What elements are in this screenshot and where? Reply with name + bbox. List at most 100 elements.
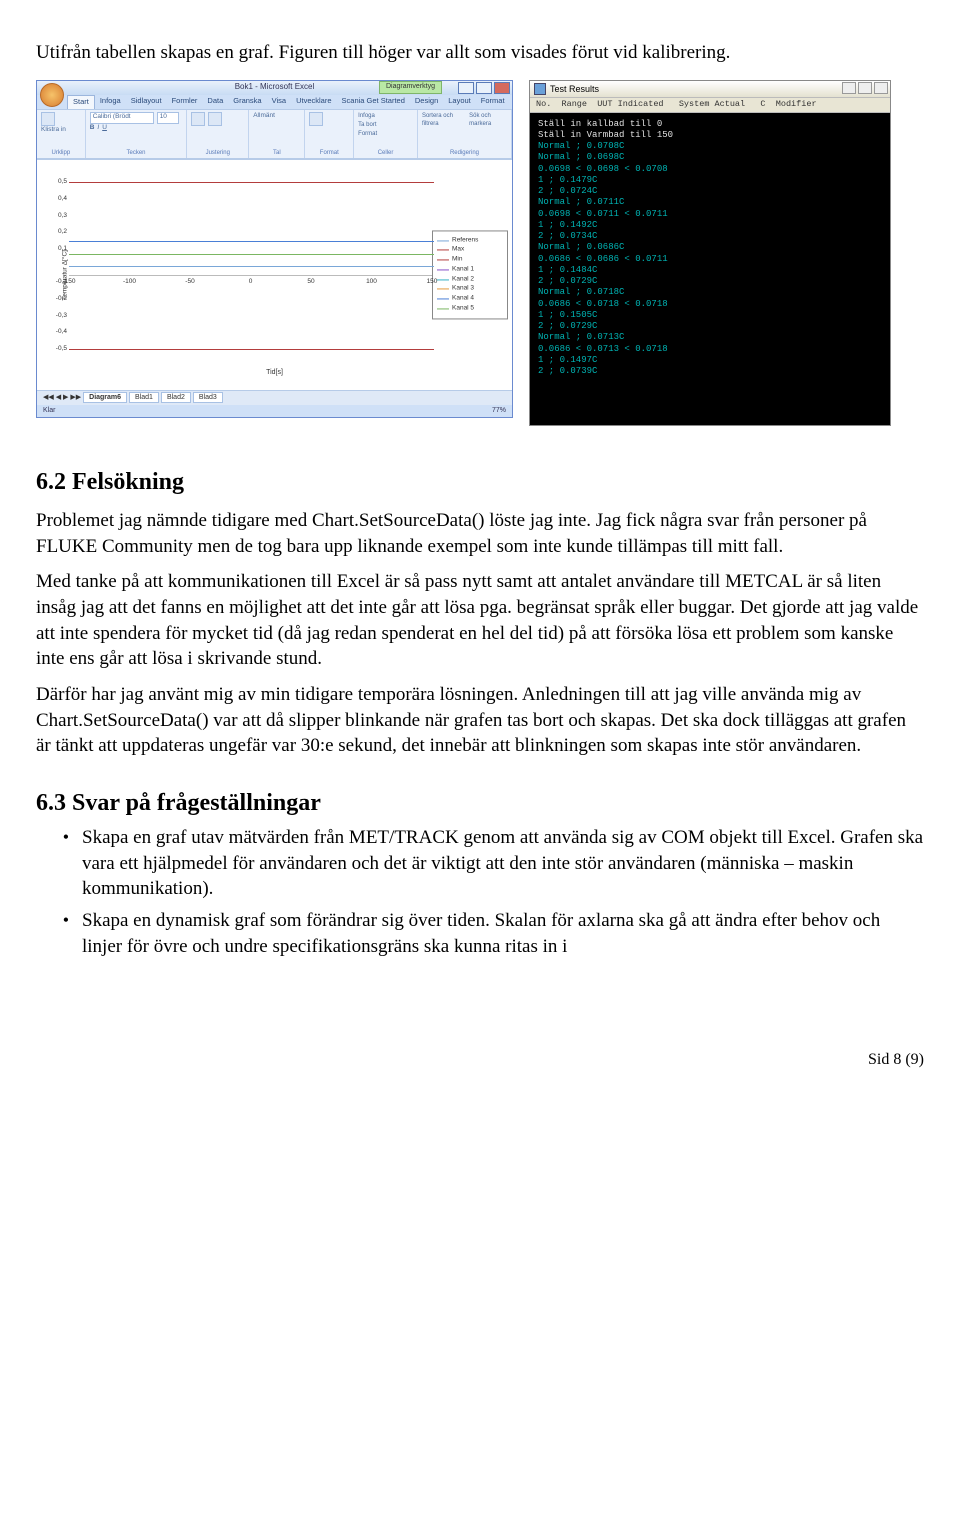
x-tick: 100 <box>366 278 377 287</box>
ribbon-tab[interactable]: Data <box>202 95 228 109</box>
legend-item: Kanal 4 <box>437 295 503 304</box>
legend-item: Kanal 5 <box>437 304 503 313</box>
format-icon[interactable] <box>309 112 323 126</box>
y-tick: -0,4 <box>49 328 67 337</box>
x-tick: -50 <box>185 278 194 287</box>
y-tick: -0,5 <box>49 345 67 354</box>
maximize-icon[interactable] <box>476 82 492 94</box>
context-tab[interactable]: Diagramverktyg <box>379 81 442 94</box>
sheet-tab[interactable]: Blad3 <box>193 392 223 403</box>
group-font: Tecken <box>90 149 183 157</box>
group-cells: Celler <box>358 149 413 157</box>
minimize-icon[interactable] <box>458 82 474 94</box>
list-6-3: Skapa en graf utav mätvärden från MET/TR… <box>78 825 924 959</box>
chart-legend: ReferensMaxMinKanal 1Kanal 2Kanal 3Kanal… <box>432 230 508 319</box>
p-6-2-c: Därför har jag använt mig av min tidigar… <box>36 682 924 759</box>
office-button[interactable] <box>40 83 64 107</box>
list-item: Skapa en dynamisk graf som förändrar sig… <box>78 908 924 959</box>
search-label[interactable]: Sök och markera <box>469 112 507 128</box>
ribbon-tab[interactable]: Start <box>67 95 95 109</box>
ribbon-tab[interactable]: Scania Get Started <box>337 95 410 109</box>
intro-text: Utifrån tabellen skapas en graf. Figuren… <box>36 40 924 66</box>
italic-icon[interactable]: I <box>97 124 99 133</box>
number-label: Allmänt <box>253 112 300 121</box>
y-tick: 0,2 <box>49 228 67 237</box>
console-output: Ställ in kallbad till 0 Ställ in Varmbad… <box>530 113 890 425</box>
font-select[interactable]: Calibri (Brödt <box>90 112 154 124</box>
legend-item: Kanal 1 <box>437 265 503 274</box>
x-tick: 0 <box>249 278 253 287</box>
delete-label[interactable]: Ta bort <box>358 121 376 129</box>
legend-item: Kanal 2 <box>437 275 503 284</box>
group-clipboard: Urklipp <box>41 149 81 157</box>
page-number: Sid 8 (9) <box>36 1049 924 1071</box>
minimize-icon[interactable] <box>842 82 856 94</box>
window-buttons <box>458 82 510 94</box>
ribbon-tab[interactable]: Visa <box>267 95 291 109</box>
console-header: No. Range UUT Indicated System Actual C … <box>530 98 890 113</box>
paste-icon[interactable] <box>41 112 55 126</box>
test-results-window: Test Results No. Range UUT Indicated Sys… <box>529 80 891 426</box>
chart-series <box>69 182 434 183</box>
x-axis <box>69 275 434 276</box>
x-tick: -150 <box>62 278 75 287</box>
ribbon-tab[interactable]: Layout <box>443 95 476 109</box>
nav-icon[interactable]: ◀◀ ◀ ▶ ▶▶ <box>43 393 81 402</box>
heading-6-3: 6.3 Svar på frågeställningar <box>36 787 924 819</box>
console-titlebar: Test Results <box>530 81 890 98</box>
close-icon[interactable] <box>494 82 510 94</box>
sheet-tab[interactable]: Blad2 <box>161 392 191 403</box>
ribbon-tab[interactable]: Sidlayout <box>126 95 167 109</box>
y-tick: -0,3 <box>49 312 67 321</box>
insert-label[interactable]: Infoga <box>358 112 375 120</box>
paste-label: Klistra in <box>41 126 81 135</box>
excel-chart: Temperatur Δ[°C] Tid[s] ReferensMaxMinKa… <box>37 159 512 390</box>
align-icon[interactable] <box>191 112 205 126</box>
status-left: Klar <box>43 406 55 415</box>
ribbon-tab[interactable]: Design <box>410 95 443 109</box>
ribbon-tab[interactable]: Granska <box>228 95 266 109</box>
y-tick: 0,4 <box>49 195 67 204</box>
chart-series <box>69 254 434 255</box>
chart-series <box>69 349 434 350</box>
sheet-tab[interactable]: Diagram6 <box>83 392 127 403</box>
x-tick: -100 <box>123 278 136 287</box>
status-zoom: 77% <box>492 406 506 415</box>
maximize-icon[interactable] <box>858 82 872 94</box>
legend-item: Max <box>437 246 503 255</box>
chart-series <box>69 241 434 242</box>
format-label[interactable]: Format <box>358 130 377 138</box>
legend-item: Min <box>437 256 503 265</box>
sheet-tab[interactable]: Blad1 <box>129 392 159 403</box>
excel-title: Bok1 - Microsoft Excel <box>235 82 315 93</box>
sheet-tabs: ◀◀ ◀ ▶ ▶▶Diagram6Blad1Blad2Blad3 <box>37 390 512 405</box>
size-select[interactable]: 10 <box>157 112 179 124</box>
p-6-2-a: Problemet jag nämnde tidigare med Chart.… <box>36 508 924 559</box>
underline-icon[interactable]: U <box>102 124 107 133</box>
chart-series <box>69 266 434 267</box>
group-number: Tal <box>253 149 300 157</box>
group-format: Format <box>309 149 349 157</box>
ribbon: Klistra in Urklipp Calibri (Brödt 10 B I… <box>37 109 512 159</box>
align-icon-2[interactable] <box>208 112 222 126</box>
app-icon <box>534 83 546 95</box>
group-align: Justering <box>191 149 244 157</box>
page-number-text: Sid 8 (9) <box>868 1051 924 1068</box>
legend-item: Referens <box>437 236 503 245</box>
excel-statusbar: Klar 77% <box>37 405 512 417</box>
y-tick: 0,1 <box>49 245 67 254</box>
p-6-2-b: Med tanke på att kommunikationen till Ex… <box>36 569 924 672</box>
figures-row: Bok1 - Microsoft Excel Diagramverktyg St… <box>36 80 924 426</box>
ribbon-tabs: StartInfogaSidlayoutFormlerDataGranskaVi… <box>37 95 512 109</box>
heading-6-2: 6.2 Felsökning <box>36 466 924 498</box>
bold-icon[interactable]: B <box>90 124 95 133</box>
sort-label[interactable]: Sortera och filtrera <box>422 112 463 128</box>
y-tick: -0,2 <box>49 295 67 304</box>
ribbon-tab[interactable]: Utvecklare <box>291 95 336 109</box>
ribbon-tab[interactable]: Formler <box>167 95 203 109</box>
ribbon-tab[interactable]: Format <box>476 95 510 109</box>
ribbon-tab[interactable]: Infoga <box>95 95 126 109</box>
group-edit: Redigering <box>422 149 507 157</box>
x-tick: 150 <box>427 278 438 287</box>
close-icon[interactable] <box>874 82 888 94</box>
